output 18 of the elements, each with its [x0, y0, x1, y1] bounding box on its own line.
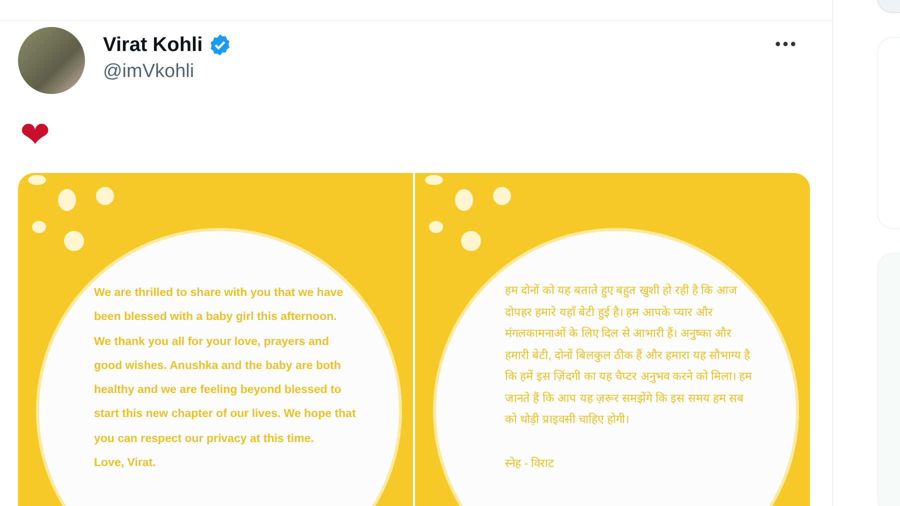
announcement-text: We are thrilled to share with you that we have been blessed with a baby girl this afternoon. We thank you all for your love, prayers and good wishes. Anushka and the baby are both healthy and we are feeling beyond blessed to start this new chapter of our lives. We hope that you can respect our privacy at this time. [94, 286, 356, 447]
post-text: ❤ [20, 116, 50, 156]
dot-decoration [461, 231, 481, 251]
dot-decoration [455, 189, 473, 211]
announcement-text: हम दोनों को यह बताते हुए बहुत खुशी हो रही है कि आज दोपहर हमारे यहाँ बेटी हुई है। हम आपके प्यार और मंगलकामनाओं के लिए दिल से आभारी हैं। अनुष्का और हमारी बेटी, दोनों बिलकुल ठीक हैं और हमारा यह सौभाग्य है कि हमें इस ज़िंदगी का यह चैप्टर अनुभव करने को मिला। हम जानते हैं कि आप यह ज़रूर समझेंगे कि इस समय हम सब को थोड़ी प्राइवसी चाहिए होगी। [505, 282, 754, 428]
dot-decoration [429, 221, 443, 233]
signature-text: स्नेह - विराट [505, 456, 556, 472]
author-handle[interactable]: @imVkohli [103, 61, 775, 83]
dot-decoration [96, 187, 114, 205]
signature-text: Love, Virat. [94, 456, 157, 472]
dot-decoration [32, 221, 46, 233]
dot-decoration [28, 175, 46, 185]
dot-decoration [58, 189, 76, 211]
author-name[interactable]: Virat Kohli [103, 34, 203, 56]
more-options-icon[interactable] [775, 41, 796, 47]
dot-decoration [425, 175, 443, 185]
dot-decoration [64, 231, 84, 251]
dot-decoration [493, 187, 511, 205]
